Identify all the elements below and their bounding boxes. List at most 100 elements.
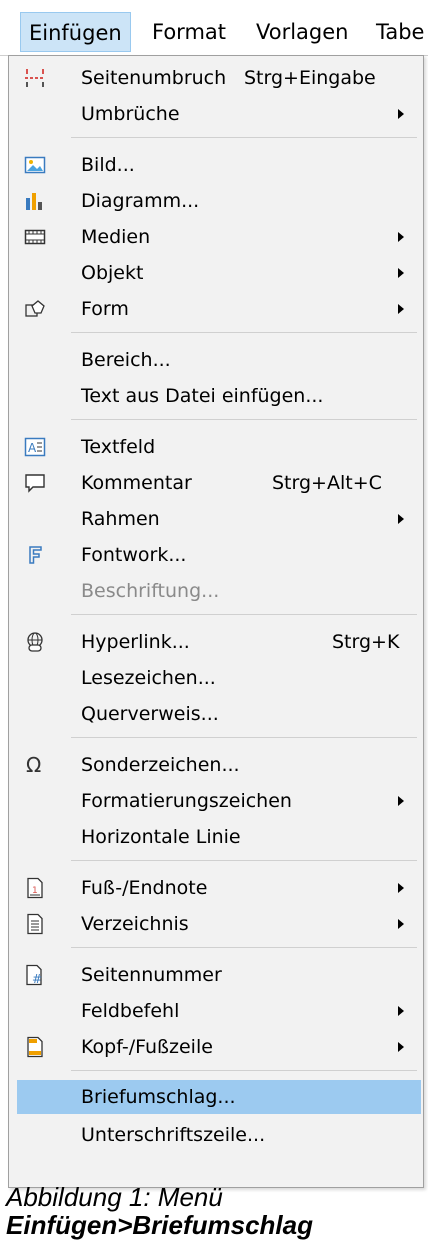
menu-item-form[interactable]: Form — [10, 292, 422, 326]
menu-item-label: Objekt — [81, 262, 144, 284]
menubar-label: Tabe — [376, 20, 425, 44]
menu-item-label: Medien — [81, 226, 151, 248]
figure-caption-line1: Abbildung 1: Menü — [6, 1182, 223, 1212]
menu-item-label: Form — [81, 298, 129, 320]
menu-item-label: Seitenumbruch — [81, 67, 227, 89]
menu-item-label: Fontwork... — [81, 544, 187, 566]
menu-item-label: Text aus Datei einfügen... — [81, 385, 324, 407]
menu-item-label: Verzeichnis — [81, 913, 189, 935]
menu-item-label: Briefumschlag... — [81, 1086, 236, 1108]
submenu-arrow-icon — [398, 919, 404, 929]
menu-item-label: Kopf-/Fußzeile — [81, 1036, 213, 1058]
menu-separator — [71, 1070, 417, 1071]
menu-item-querverweis[interactable]: Querverweis... — [10, 697, 422, 731]
menu-separator — [71, 137, 417, 138]
menubar-label: Einfügen — [29, 21, 122, 45]
menu-item-label: Beschriftung... — [81, 580, 220, 602]
menu-item-label: Unterschriftszeile... — [81, 1124, 266, 1146]
menubar-einfuegen[interactable]: Einfügen — [20, 12, 131, 52]
menu-item-feldbefehl[interactable]: Feldbefehl — [10, 994, 422, 1028]
menu-item-label: Seitennummer — [81, 964, 222, 986]
menu-separator — [71, 332, 417, 333]
menu-item-verzeichnis[interactable]: Verzeichnis — [10, 907, 422, 941]
menu-item-label: Feldbefehl — [81, 1000, 180, 1022]
menu-separator — [71, 860, 417, 861]
menu-item-shortcut: Strg+Alt+C — [272, 472, 382, 494]
menu-item-lesezeichen[interactable]: Lesezeichen... — [10, 661, 422, 695]
menubar-tabelle[interactable]: Tabe — [368, 12, 428, 52]
menu-item-objekt[interactable]: Objekt — [10, 256, 422, 290]
fontwork-icon — [29, 546, 42, 564]
menu-item-seitenumbruch[interactable]: Seitenumbruch Strg+Eingabe — [10, 61, 422, 95]
svg-text:#: # — [32, 972, 42, 986]
menu-item-medien[interactable]: Medien — [10, 220, 422, 254]
page-number-icon: # — [26, 964, 42, 986]
menu-item-text-aus-datei[interactable]: Text aus Datei einfügen... — [10, 379, 422, 413]
menu-bar: Einfügen Format Vorlagen Tabe — [0, 0, 428, 56]
menu-item-label: Sonderzeichen... — [81, 754, 240, 776]
menu-item-seitennummer[interactable]: # Seitennummer — [10, 958, 422, 992]
menu-item-fontwork[interactable]: Fontwork... — [10, 538, 422, 572]
menu-item-label: Rahmen — [81, 508, 160, 530]
textbox-icon: A — [24, 437, 46, 457]
menu-item-textfeld[interactable]: A Textfeld — [10, 430, 422, 464]
figure-caption-line2: Einfügen>Briefumschlag — [6, 1210, 313, 1240]
submenu-arrow-icon — [398, 883, 404, 893]
submenu-arrow-icon — [398, 796, 404, 806]
submenu-arrow-icon — [398, 268, 404, 278]
menu-item-kommentar[interactable]: Kommentar Strg+Alt+C — [10, 466, 422, 500]
menubar-label: Vorlagen — [256, 20, 349, 44]
menu-item-label: Hyperlink... — [81, 631, 190, 653]
menu-separator — [71, 737, 417, 738]
media-icon — [24, 229, 46, 245]
menu-item-label: Umbrüche — [81, 103, 180, 125]
svg-text:Ω: Ω — [26, 754, 41, 776]
menu-item-label: Querverweis... — [81, 703, 219, 725]
shape-icon — [25, 300, 45, 317]
submenu-arrow-icon — [398, 304, 404, 314]
comment-icon — [25, 474, 45, 493]
menu-item-unterschriftszeile[interactable]: Unterschriftszeile... — [10, 1118, 422, 1152]
menu-item-bereich[interactable]: Bereich... — [10, 343, 422, 377]
submenu-arrow-icon — [398, 109, 404, 119]
menu-item-diagramm[interactable]: Diagramm... — [10, 184, 422, 218]
svg-text:A: A — [28, 441, 37, 455]
footnote-icon: 1 — [27, 877, 43, 899]
menu-item-shortcut: Strg+K — [332, 631, 400, 653]
menu-separator — [71, 419, 417, 420]
menu-item-beschriftung: Beschriftung... — [10, 574, 422, 608]
menu-item-hyperlink[interactable]: Hyperlink... Strg+K — [10, 625, 422, 659]
menu-item-formatierungszeichen[interactable]: Formatierungszeichen — [10, 784, 422, 818]
header-footer-icon — [27, 1036, 43, 1058]
submenu-arrow-icon — [398, 1042, 404, 1052]
menu-item-label: Bild... — [81, 154, 135, 176]
menu-item-briefumschlag[interactable]: Briefumschlag... — [17, 1080, 421, 1114]
hyperlink-icon — [27, 632, 43, 652]
menu-separator — [71, 947, 417, 948]
submenu-arrow-icon — [398, 1006, 404, 1016]
menu-item-label: Horizontale Linie — [81, 826, 241, 848]
menu-item-label: Textfeld — [81, 436, 156, 458]
menu-item-sonderzeichen[interactable]: Ω Sonderzeichen... — [10, 748, 422, 782]
menu-item-label: Lesezeichen... — [81, 667, 216, 689]
chart-icon — [26, 193, 42, 210]
menu-item-label: Bereich... — [81, 349, 171, 371]
page-break-icon — [25, 69, 45, 87]
menu-item-horizontale-linie[interactable]: Horizontale Linie — [10, 820, 422, 854]
menu-item-label: Diagramm... — [81, 190, 200, 212]
submenu-arrow-icon — [398, 232, 404, 242]
index-icon — [27, 913, 43, 935]
image-icon — [24, 156, 46, 174]
menu-item-label: Fuß-/Endnote — [81, 877, 208, 899]
menubar-vorlagen[interactable]: Vorlagen — [248, 12, 356, 52]
menubar-label: Format — [152, 20, 227, 44]
menu-item-umbrueche[interactable]: Umbrüche — [10, 97, 422, 131]
menu-item-fussnote[interactable]: 1 Fuß-/Endnote — [10, 871, 422, 905]
menu-item-label: Kommentar — [81, 472, 192, 494]
menubar-format[interactable]: Format — [144, 12, 234, 52]
menu-item-kopf-fusszeile[interactable]: Kopf-/Fußzeile — [10, 1030, 422, 1064]
menu-item-label: Formatierungszeichen — [81, 790, 292, 812]
menu-item-bild[interactable]: Bild... — [10, 148, 422, 182]
omega-icon: Ω — [26, 754, 41, 776]
menu-item-rahmen[interactable]: Rahmen — [10, 502, 422, 536]
